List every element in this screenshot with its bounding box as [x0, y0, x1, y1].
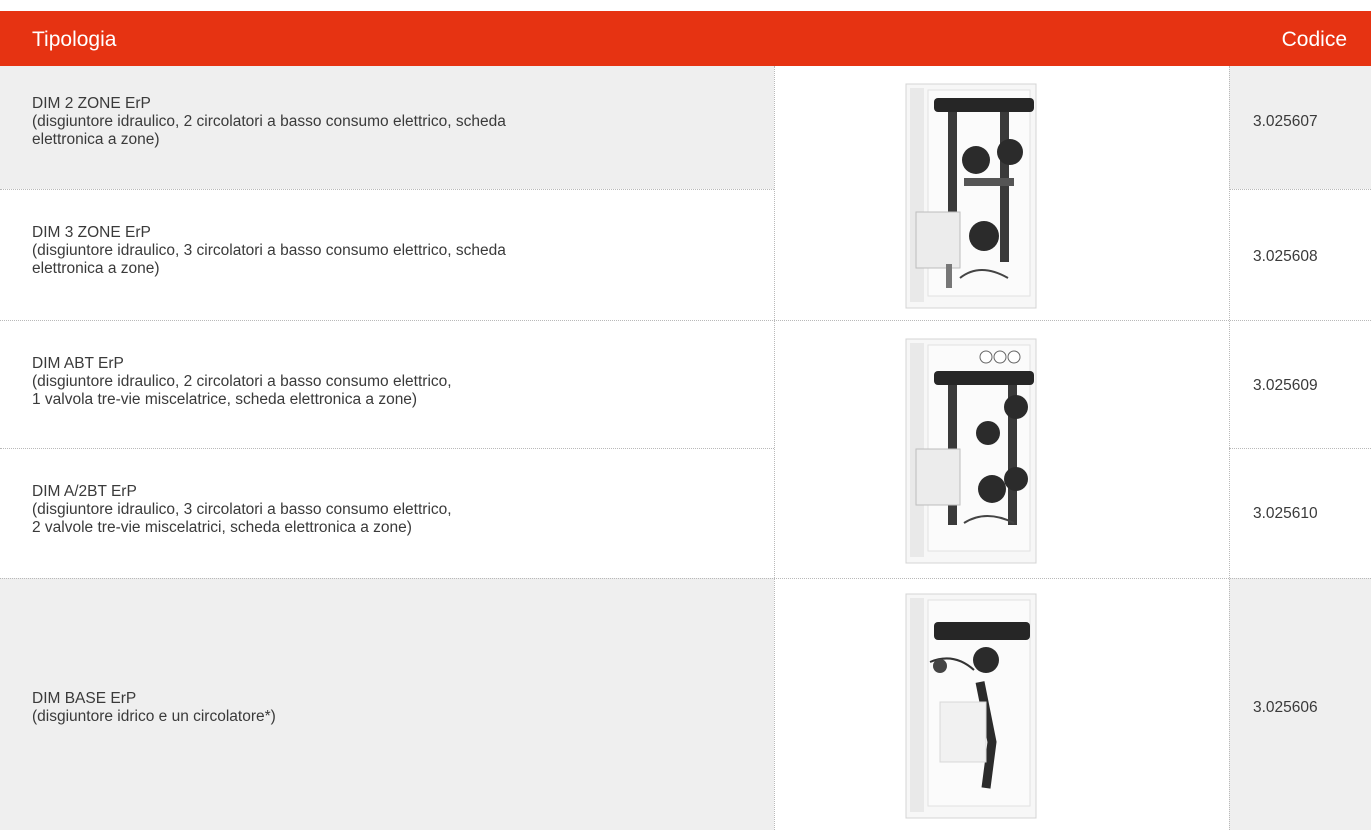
product-desc-line: (disgiuntore idraulico, 3 circolatori a … [32, 242, 506, 259]
product-name: DIM BASE ErP [32, 690, 137, 707]
product-code: 3.025609 [1253, 377, 1318, 394]
product-name: DIM 3 ZONE ErP [32, 224, 151, 241]
product-desc-line: elettronica a zone) [32, 260, 160, 277]
hydraulic-module-single-pump-icon [905, 593, 1037, 819]
row-description: DIM A/2BT ErP (disgiuntore idraulico, 3 … [32, 483, 452, 537]
row-divider [0, 448, 774, 449]
product-desc-line: (disgiuntore idrico e un circolatore*) [32, 708, 276, 725]
row-description: DIM BASE ErP (disgiuntore idrico e un ci… [32, 690, 276, 726]
row-divider [0, 189, 774, 190]
row-description: DIM 2 ZONE ErP (disgiuntore idraulico, 2… [32, 95, 506, 149]
column-header-codice: Codice [1281, 28, 1347, 51]
product-code: 3.025606 [1253, 699, 1318, 716]
product-name: DIM 2 ZONE ErP [32, 95, 151, 112]
product-name: DIM A/2BT ErP [32, 483, 137, 500]
product-desc-line: (disgiuntore idraulico, 3 circolatori a … [32, 501, 452, 518]
product-desc-line: (disgiuntore idraulico, 2 circolatori a … [32, 373, 452, 390]
column-header-tipologia: Tipologia [32, 28, 117, 51]
product-desc-line: elettronica a zone) [32, 131, 160, 148]
column-divider-left [774, 66, 775, 830]
table-header: Tipologia Codice [0, 11, 1371, 66]
product-desc-line: (disgiuntore idraulico, 2 circolatori a … [32, 113, 506, 130]
row-divider [0, 320, 1371, 321]
product-code: 3.025608 [1253, 248, 1318, 265]
row-divider [0, 578, 1371, 579]
row-description: DIM ABT ErP (disgiuntore idraulico, 2 ci… [32, 355, 452, 409]
product-code: 3.025607 [1253, 113, 1318, 130]
product-code: 3.025610 [1253, 505, 1318, 522]
row-divider [1229, 189, 1371, 190]
row-description: DIM 3 ZONE ErP (disgiuntore idraulico, 3… [32, 224, 506, 278]
row-divider [1229, 448, 1371, 449]
product-name: DIM ABT ErP [32, 355, 124, 372]
hydraulic-module-2-pumps-icon [905, 83, 1037, 309]
product-desc-line: 1 valvola tre-vie miscelatrice, scheda e… [32, 391, 418, 408]
product-desc-line: 2 valvole tre-vie miscelatrici, scheda e… [32, 519, 412, 536]
hydraulic-module-mixing-valve-icon [905, 338, 1037, 564]
